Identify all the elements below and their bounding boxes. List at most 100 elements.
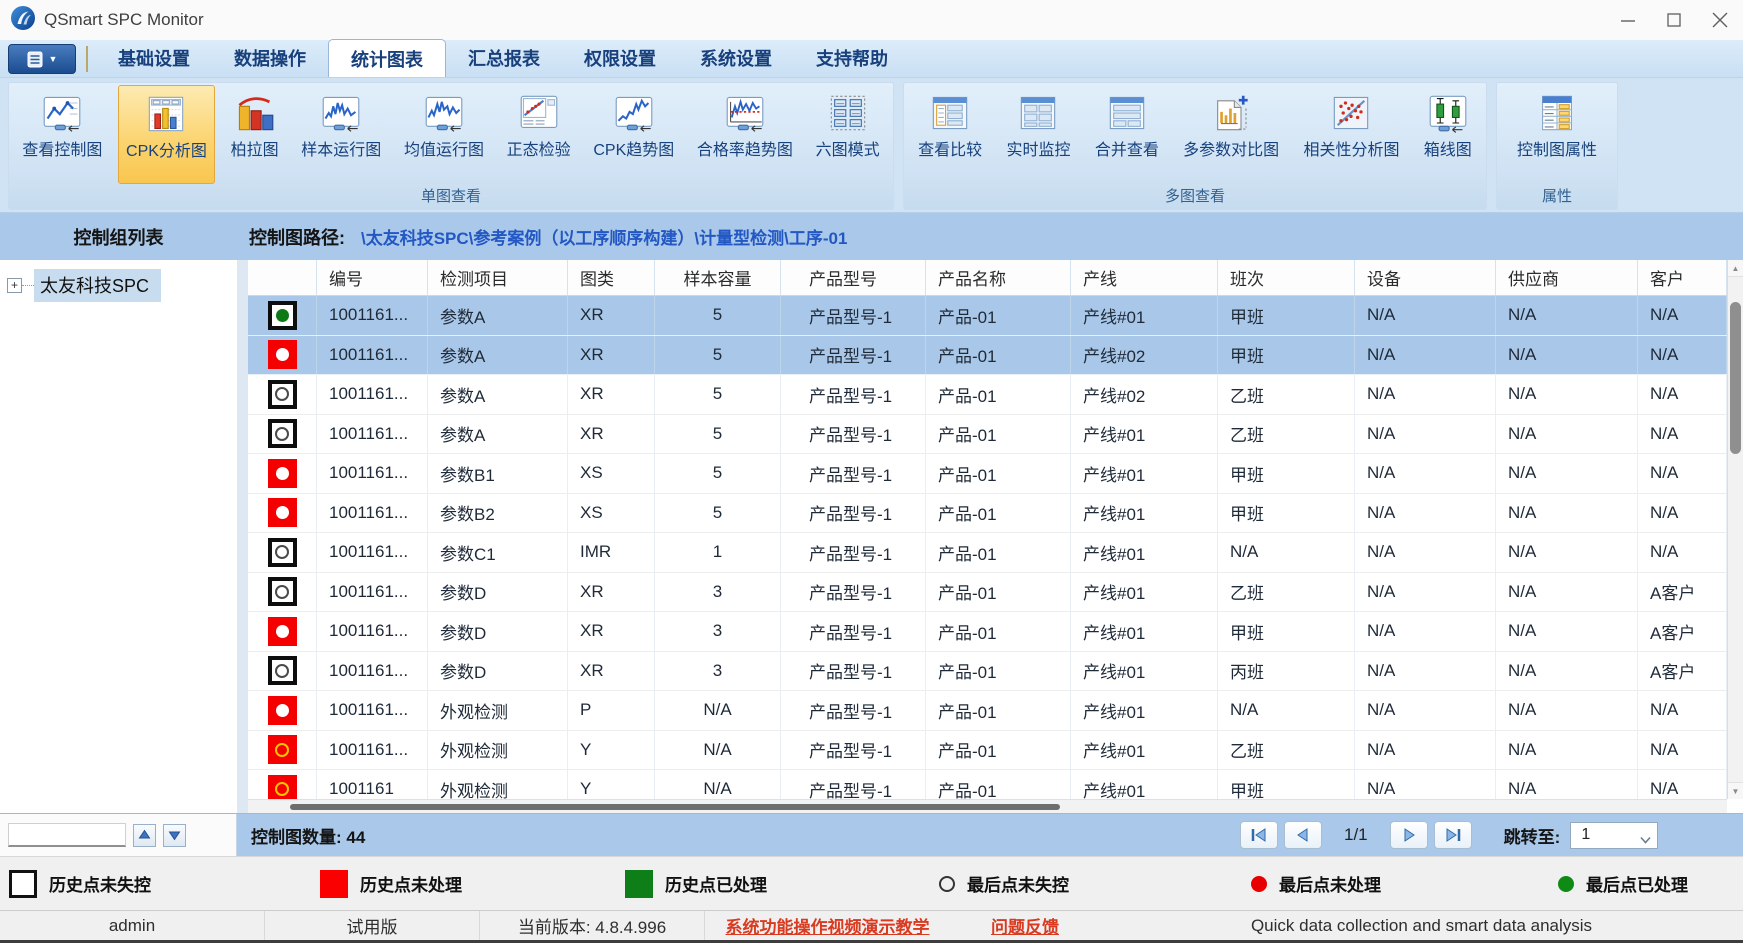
video-tutorial-link[interactable]: 系统功能操作视频演示教学	[705, 911, 950, 940]
app-menu-button[interactable]: ▼	[8, 44, 76, 74]
normality-test-button[interactable]: 正态检验	[500, 85, 578, 184]
chart-properties-button[interactable]: 控制图属性	[1510, 85, 1604, 184]
tab-data-operations[interactable]: 数据操作	[212, 39, 328, 77]
column-header[interactable]: 产品型号	[781, 260, 926, 295]
ribbon-group: 查看控制图CPK分析图柏拉图样本运行图均值运行图正态检验CPK趋势图合格率趋势图…	[8, 82, 894, 210]
column-header[interactable]: 产线	[1071, 260, 1218, 295]
table-cell: 1	[655, 533, 781, 572]
sample-run-button[interactable]: 样本运行图	[294, 85, 388, 184]
control-chart-button[interactable]: 查看控制图	[15, 85, 109, 184]
maximize-icon	[1667, 13, 1682, 28]
menubar: ▼ 基础设置数据操作统计图表汇总报表权限设置系统设置支持帮助	[0, 40, 1743, 78]
square-circle-outline-icon	[268, 380, 297, 409]
table-cell: 产品-01	[926, 415, 1071, 454]
tab-statistical-charts[interactable]: 统计图表	[328, 39, 446, 77]
column-header[interactable]: 检测项目	[428, 260, 568, 295]
table-row[interactable]: 1001161...参数AXR5产品型号-1产品-01产线#01乙班N/AN/A…	[248, 415, 1727, 455]
prev-page-button[interactable]	[1284, 821, 1322, 849]
close-button[interactable]	[1697, 0, 1743, 40]
table-cell: 乙班	[1218, 731, 1355, 770]
tree-connector	[22, 285, 34, 286]
table-row[interactable]: 1001161外观检测YN/A产品型号-1产品-01产线#01甲班N/AN/AN…	[248, 770, 1727, 799]
table-cell: 产品型号-1	[781, 415, 926, 454]
pareto-button[interactable]: 柏拉图	[224, 85, 286, 184]
prev-page-icon	[1293, 827, 1313, 843]
column-header[interactable]: 设备	[1355, 260, 1496, 295]
red-square-swatch	[320, 870, 348, 898]
column-header[interactable]: 样本容量	[655, 260, 781, 295]
realtime-monitor-button[interactable]: 实时监控	[999, 85, 1077, 184]
table-row[interactable]: 1001161...参数DXR3产品型号-1产品-01产线#01丙班N/AN/A…	[248, 652, 1727, 692]
table-cell: 1001161...	[317, 415, 428, 454]
next-page-button[interactable]	[1390, 821, 1428, 849]
column-header[interactable]: 班次	[1218, 260, 1355, 295]
table-cell: 产品-01	[926, 612, 1071, 651]
move-up-button[interactable]	[133, 824, 156, 847]
table-cell: N/A	[1218, 691, 1355, 730]
table-cell: XS	[568, 454, 655, 493]
vertical-scrollbar[interactable]: ▲ ▼	[1727, 260, 1743, 799]
six-chart-button[interactable]: 六图模式	[809, 85, 887, 184]
first-page-button[interactable]	[1240, 821, 1278, 849]
table-row[interactable]: 1001161...参数C1IMR1产品型号-1产品-01产线#01N/AN/A…	[248, 533, 1727, 573]
table-cell: N/A	[1496, 296, 1638, 335]
feedback-link[interactable]: 问题反馈	[950, 911, 1100, 940]
table-row[interactable]: 1001161...参数DXR3产品型号-1产品-01产线#01乙班N/AN/A…	[248, 573, 1727, 613]
table-row[interactable]: 1001161...外观检测YN/A产品型号-1产品-01产线#01乙班N/AN…	[248, 731, 1727, 771]
cpk-analysis-button[interactable]: CPK分析图	[118, 85, 215, 184]
table-row[interactable]: 1001161...参数AXR5产品型号-1产品-01产线#02乙班N/AN/A…	[248, 375, 1727, 415]
maximize-button[interactable]	[1651, 0, 1697, 40]
mean-run-button[interactable]: 均值运行图	[397, 85, 491, 184]
merge-view-button[interactable]: 合并查看	[1088, 85, 1166, 184]
table-row[interactable]: 1001161...参数DXR3产品型号-1产品-01产线#01甲班N/AN/A…	[248, 612, 1727, 652]
column-header[interactable]: 供应商	[1496, 260, 1638, 295]
horizontal-scrollbar[interactable]	[248, 799, 1727, 813]
table-cell: 1001161...	[317, 375, 428, 414]
table-row[interactable]: 1001161...外观检测PN/A产品型号-1产品-01产线#01N/AN/A…	[248, 691, 1727, 731]
correlation-button[interactable]: 相关性分析图	[1296, 85, 1406, 184]
table-cell: 参数B1	[428, 454, 568, 493]
tree-expander-icon[interactable]: +	[7, 278, 22, 293]
table-cell: 产品型号-1	[781, 731, 926, 770]
boxplot-button[interactable]: 箱线图	[1417, 85, 1479, 184]
scroll-up-icon[interactable]: ▲	[1728, 260, 1743, 277]
table-row[interactable]: 1001161...参数AXR5产品型号-1产品-01产线#02甲班N/AN/A…	[248, 336, 1727, 376]
scroll-down-icon[interactable]: ▼	[1728, 782, 1743, 799]
table-cell: 产线#01	[1071, 573, 1218, 612]
status-inner-mark	[275, 585, 289, 599]
move-down-button[interactable]	[163, 824, 186, 847]
footer: 控制图数量: 44 1/1 跳转至: 1	[0, 813, 1743, 856]
six-chart-icon	[828, 93, 868, 133]
panel-splitter[interactable]	[237, 260, 248, 813]
legend-label: 最后点已处理	[1586, 871, 1688, 896]
legend-label: 历史点未失控	[49, 871, 151, 896]
table-row[interactable]: 1001161...参数B2XS5产品型号-1产品-01产线#01甲班N/AN/…	[248, 494, 1727, 534]
column-header[interactable]: 产品名称	[926, 260, 1071, 295]
column-header[interactable]: 客户	[1638, 260, 1727, 295]
table-cell: N/A	[655, 691, 781, 730]
first-page-icon	[1249, 827, 1269, 843]
table-row[interactable]: 1001161...参数AXR5产品型号-1产品-01产线#01甲班N/AN/A…	[248, 296, 1727, 336]
last-page-button[interactable]	[1434, 821, 1472, 849]
cpk-trend-button[interactable]: CPK趋势图	[586, 85, 681, 184]
pass-rate-trend-button[interactable]: 合格率趋势图	[690, 85, 800, 184]
panel-search-input[interactable]	[8, 823, 126, 847]
ribbon-button-label: 柏拉图	[231, 136, 279, 160]
column-header[interactable]: 编号	[317, 260, 428, 295]
column-header[interactable]: 图类	[568, 260, 655, 295]
table-cell: N/A	[1638, 375, 1727, 414]
vertical-scrollbar-thumb[interactable]	[1730, 302, 1741, 454]
tab-system-settings[interactable]: 系统设置	[678, 39, 794, 77]
tab-permission-settings[interactable]: 权限设置	[562, 39, 678, 77]
table-row[interactable]: 1001161...参数B1XS5产品型号-1产品-01产线#01甲班N/AN/…	[248, 454, 1727, 494]
tab-support-help[interactable]: 支持帮助	[794, 39, 910, 77]
horizontal-scrollbar-thumb[interactable]	[290, 804, 1060, 810]
jump-page-select[interactable]: 1	[1570, 822, 1658, 849]
compare-view-button[interactable]: 查看比较	[911, 85, 989, 184]
tree-item-taiyou-spc[interactable]: 太友科技SPC	[34, 269, 161, 302]
multi-param-compare-button[interactable]: 多参数对比图	[1176, 85, 1286, 184]
table-cell: A客户	[1638, 612, 1727, 651]
minimize-button[interactable]	[1605, 0, 1651, 40]
tab-basic-settings[interactable]: 基础设置	[96, 39, 212, 77]
tab-summary-reports[interactable]: 汇总报表	[446, 39, 562, 77]
